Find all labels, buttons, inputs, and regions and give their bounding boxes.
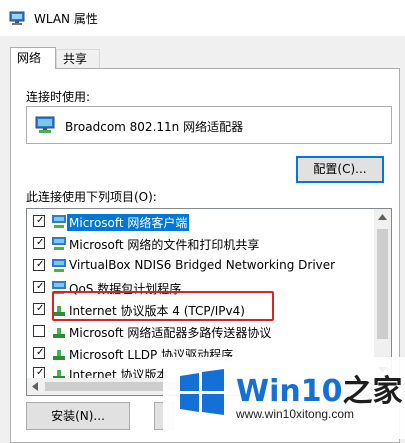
install-button[interactable]: 安装(N)... bbox=[26, 402, 130, 430]
item-label: Microsoft 网络的文件和打印机共享 bbox=[69, 238, 260, 252]
item-checkbox[interactable] bbox=[33, 325, 45, 337]
ipv4-highlight-box bbox=[52, 291, 274, 321]
item-checkbox[interactable]: ✓ bbox=[33, 281, 45, 293]
title-bar: WLAN 属性 bbox=[0, 0, 405, 36]
item-checkbox[interactable]: ✓ bbox=[33, 303, 45, 315]
item-label: VirtualBox NDIS6 Bridged Networking Driv… bbox=[69, 258, 336, 272]
tab-sharing[interactable]: 共享 bbox=[56, 49, 100, 69]
scroll-left-icon[interactable] bbox=[32, 382, 38, 391]
scroll-thumb[interactable] bbox=[377, 229, 388, 339]
item-checkbox[interactable]: ✓ bbox=[33, 259, 45, 271]
item-label: Microsoft 网络客户端 bbox=[67, 214, 190, 231]
protocol-icon bbox=[53, 350, 65, 360]
network-driver-icon bbox=[52, 259, 66, 272]
item-label: Microsoft 网络适配器多路传送器协议 bbox=[69, 326, 272, 340]
scroll-up-icon[interactable] bbox=[378, 214, 387, 220]
item-checkbox[interactable]: ✓ bbox=[33, 237, 45, 249]
vertical-scrollbar[interactable] bbox=[374, 209, 391, 379]
items-label: 此连接使用下列项目(O): bbox=[26, 190, 157, 204]
protocol-icon bbox=[53, 328, 65, 338]
network-client-icon bbox=[52, 215, 66, 228]
window-title: WLAN 属性 bbox=[34, 12, 98, 26]
network-share-icon bbox=[52, 237, 66, 250]
adapter-field: Broadcom 802.11n 网络适配器 bbox=[26, 106, 392, 144]
watermark-url: www.win10xitong.com bbox=[236, 407, 355, 421]
watermark-brand: Win10之家 bbox=[236, 366, 402, 410]
configure-button[interactable]: 配置(C)... bbox=[296, 156, 384, 183]
network-adapter-icon bbox=[35, 116, 55, 133]
list-item[interactable]: ✓ Microsoft 网络的文件和打印机共享 bbox=[27, 233, 377, 255]
connect-using-label: 连接时使用: bbox=[26, 90, 91, 104]
item-checkbox[interactable]: ✓ bbox=[33, 347, 45, 359]
tab-network[interactable]: 网络 bbox=[10, 47, 56, 69]
list-item[interactable]: ✓ VirtualBox NDIS6 Bridged Networking Dr… bbox=[27, 255, 377, 277]
brand-en: Win10 bbox=[236, 374, 343, 409]
item-checkbox[interactable]: ✓ bbox=[33, 215, 45, 227]
network-adapter-icon bbox=[9, 11, 25, 25]
list-item[interactable]: Microsoft 网络适配器多路传送器协议 bbox=[27, 321, 377, 343]
adapter-name: Broadcom 802.11n 网络适配器 bbox=[65, 120, 244, 134]
list-item[interactable]: ✓ Microsoft 网络客户端 bbox=[27, 211, 377, 233]
windows-logo-icon bbox=[180, 369, 224, 415]
brand-zh: 之家 bbox=[342, 374, 403, 409]
